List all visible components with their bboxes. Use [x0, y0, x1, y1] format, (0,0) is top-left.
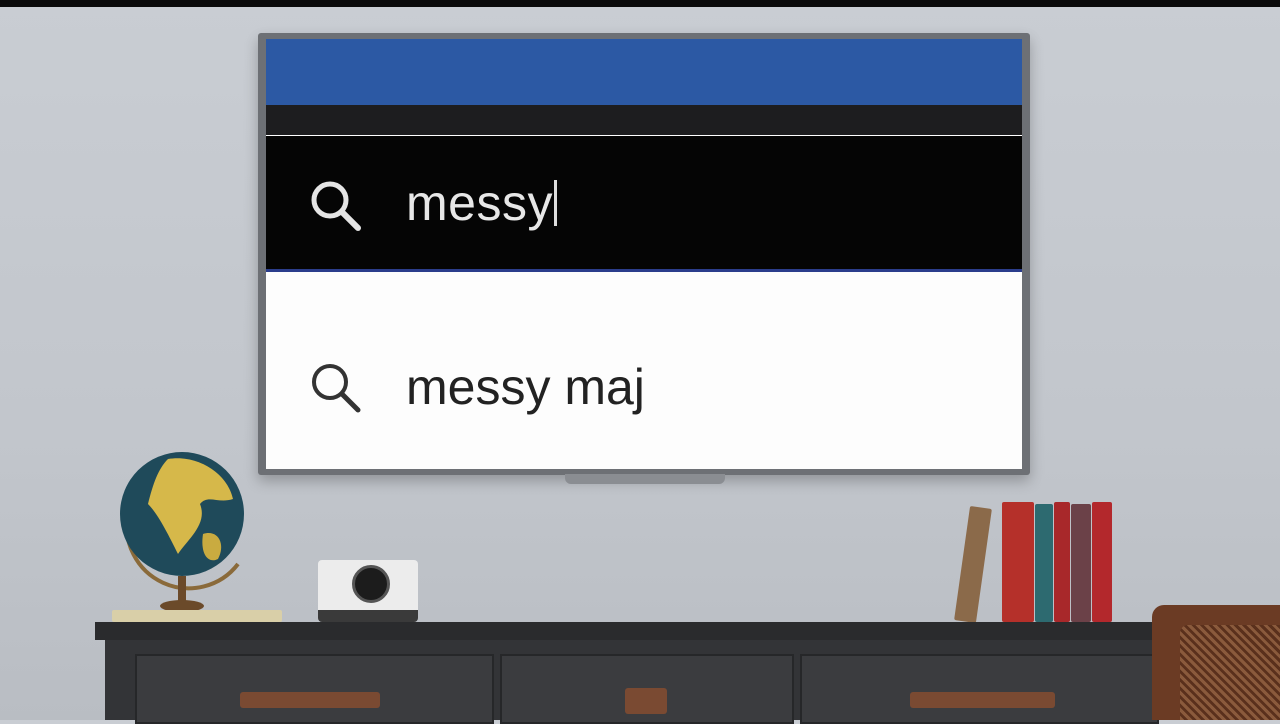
search-query-text: messy — [406, 175, 553, 231]
app-header-bar — [266, 39, 1022, 105]
dresser-top — [95, 622, 1195, 640]
book — [1054, 502, 1070, 622]
book-stack — [112, 610, 282, 622]
suggestion-label: messy maj — [406, 359, 645, 415]
search-icon — [312, 364, 361, 413]
search-bar[interactable]: messy — [266, 136, 1022, 272]
text-cursor — [553, 180, 557, 226]
search-suggestion-item[interactable]: messy maj — [266, 272, 1022, 469]
book — [1002, 502, 1034, 622]
tv-frame: messy messy maj — [258, 33, 1030, 475]
camera-lens — [352, 565, 390, 603]
tv-mount — [565, 474, 725, 484]
drawer — [135, 654, 494, 724]
book — [954, 506, 992, 623]
search-input[interactable]: messy — [406, 174, 557, 232]
drawer-handle — [240, 692, 380, 708]
book — [1092, 502, 1112, 622]
drawer — [800, 654, 1159, 724]
search-icon — [311, 181, 361, 231]
chair-cane — [1180, 625, 1280, 720]
tv-screen: messy messy maj — [266, 39, 1022, 469]
book — [1071, 504, 1091, 622]
globe-decor — [108, 444, 268, 619]
drawer-handle — [910, 692, 1055, 708]
book — [1035, 504, 1053, 622]
top-border — [0, 0, 1280, 7]
app-subheader-bar — [266, 105, 1022, 135]
drawer-handle — [625, 688, 667, 714]
